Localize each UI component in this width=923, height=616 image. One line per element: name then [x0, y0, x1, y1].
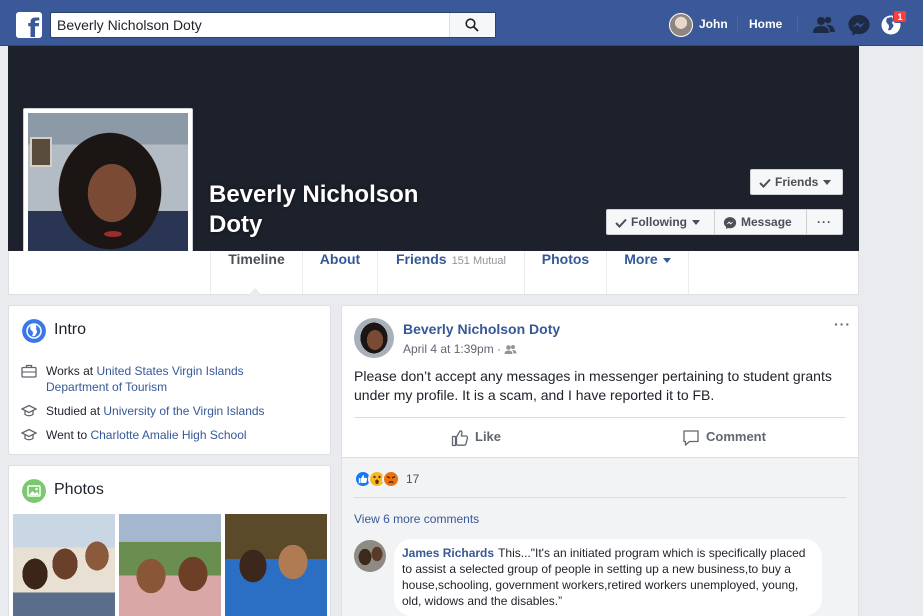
tab-more[interactable]: More	[606, 251, 689, 294]
comment-button-label: Comment	[706, 429, 766, 444]
commenter-name-link[interactable]: James Richards	[402, 546, 494, 560]
search-icon	[465, 18, 479, 32]
wall-frame-decoration	[30, 137, 52, 167]
intro-card: Intro Works at United States Virgin Isla…	[8, 305, 331, 455]
post-author-avatar[interactable]	[354, 318, 394, 358]
photos-card: Photos	[8, 465, 331, 616]
tab-label: About	[319, 251, 361, 267]
photo-thumbnail[interactable]	[13, 514, 115, 616]
search-button[interactable]	[449, 13, 495, 37]
globe-icon	[22, 319, 46, 343]
graduation-cap-icon	[21, 404, 37, 417]
friend-requests-icon[interactable]	[812, 14, 836, 36]
search-input[interactable]	[51, 13, 451, 37]
active-tab-indicator	[248, 288, 262, 295]
friends-audience-icon[interactable]	[504, 344, 517, 355]
messenger-icon	[723, 216, 737, 229]
intro-college-prefix: Studied at	[46, 404, 104, 418]
message-button-label: Message	[741, 215, 792, 229]
more-options-button[interactable]: ···	[806, 209, 843, 235]
messenger-icon[interactable]	[847, 14, 871, 36]
profile-tab-bar: Timeline About Friends 151 Mutual Photos …	[8, 251, 859, 295]
briefcase-icon	[21, 364, 37, 378]
friends-button[interactable]: Friends	[750, 169, 843, 195]
thumbs-up-icon	[451, 429, 469, 446]
like-button[interactable]: Like	[451, 427, 501, 447]
message-button[interactable]: Message	[714, 209, 806, 235]
comment-icon	[683, 429, 699, 446]
angry-reaction-icon	[382, 470, 400, 488]
photo-thumbnail[interactable]	[225, 514, 327, 616]
nav-divider	[797, 15, 798, 33]
profile-photo-image	[28, 113, 188, 271]
following-button-label: Following	[631, 215, 687, 229]
checkmark-icon	[759, 178, 771, 188]
mutual-friends-count: 151 Mutual	[451, 255, 506, 267]
graduation-cap-icon	[21, 428, 37, 441]
commenter-avatar[interactable]	[354, 540, 386, 572]
photos-icon	[22, 479, 46, 503]
search-box	[50, 12, 496, 38]
user-avatar[interactable]	[669, 13, 693, 37]
home-link[interactable]: Home	[749, 17, 782, 31]
post-author-link[interactable]: Beverly Nicholson Doty	[403, 321, 560, 337]
comment-button[interactable]: Comment	[682, 427, 766, 447]
notification-badge: 1	[893, 10, 907, 23]
highschool-link[interactable]: Charlotte Amalie High School	[90, 428, 246, 442]
chevron-down-icon	[823, 180, 832, 186]
following-button[interactable]: Following	[606, 209, 714, 235]
photos-title: Photos	[54, 481, 104, 498]
photo-thumbnail[interactable]	[119, 514, 221, 616]
tab-friends[interactable]: Friends 151 Mutual	[377, 251, 524, 294]
view-more-comments-link[interactable]: View 6 more comments	[354, 512, 479, 526]
facebook-logo-icon[interactable]: f	[16, 12, 42, 38]
intro-title: Intro	[54, 321, 87, 338]
college-link[interactable]: University of the Virgin Islands	[103, 404, 264, 418]
tab-label: Timeline	[228, 251, 285, 267]
nav-divider	[737, 15, 738, 33]
photo-detail	[104, 231, 122, 237]
comments-divider	[354, 497, 846, 498]
intro-highschool-prefix: Went to	[46, 428, 91, 442]
tab-label: Friends	[395, 251, 447, 267]
like-button-label: Like	[475, 429, 502, 444]
post-divider	[354, 417, 846, 418]
profile-name: Beverly Nicholson Doty	[209, 181, 419, 238]
tab-label: Photos	[541, 251, 590, 267]
comment-bubble: James Richards This..."It's an initiated …	[394, 539, 822, 616]
intro-work-prefix: Works at	[46, 364, 97, 378]
chevron-down-icon	[662, 257, 671, 263]
checkmark-icon	[615, 218, 627, 228]
post-text: Please don’t accept any messages in mess…	[354, 368, 832, 403]
post-timestamp[interactable]: April 4 at 1:39pm ·	[403, 342, 501, 356]
tab-label: More	[624, 251, 658, 267]
tab-about[interactable]: About	[302, 251, 377, 294]
friends-button-label: Friends	[775, 175, 819, 189]
reaction-count[interactable]: 17	[406, 472, 419, 486]
top-navigation-bar: f John Home 1	[0, 0, 923, 46]
post-options-button[interactable]: ···	[834, 316, 851, 332]
comments-section: 17 View 6 more comments James Richards Th…	[342, 457, 858, 616]
chevron-down-icon	[692, 220, 700, 226]
user-name-link[interactable]: John	[699, 17, 728, 31]
tab-photos[interactable]: Photos	[524, 251, 606, 294]
post-card: Beverly Nicholson Doty April 4 at 1:39pm…	[341, 305, 859, 616]
